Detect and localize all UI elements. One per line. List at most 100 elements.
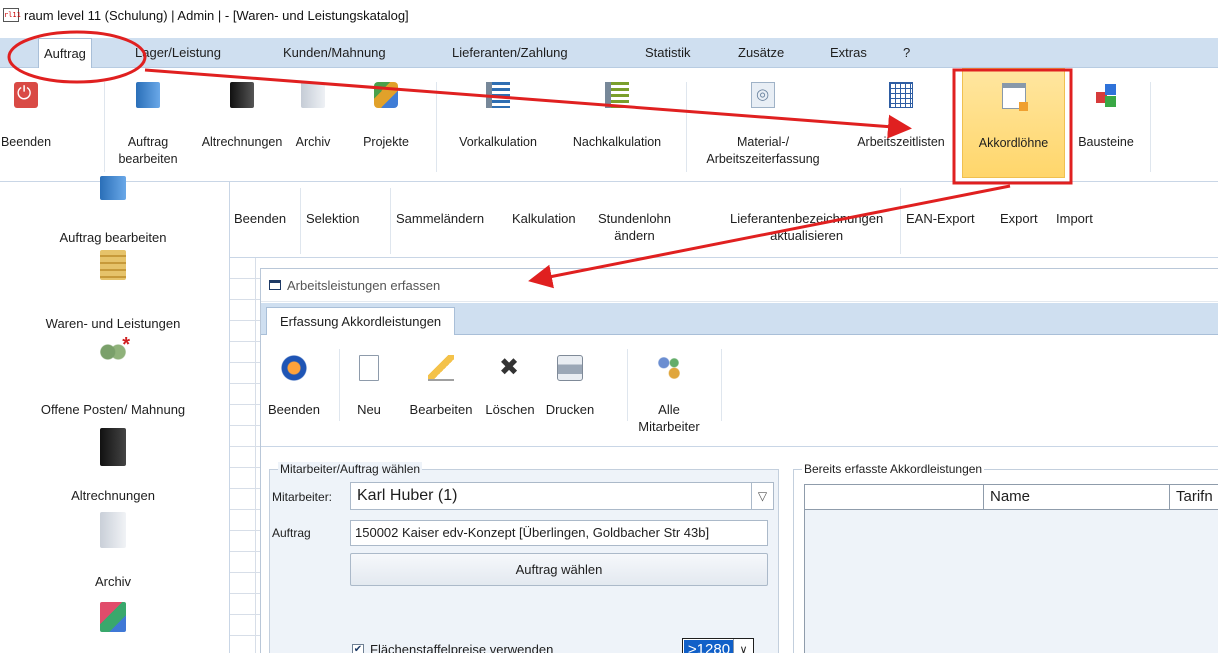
column-header-tarifnummer[interactable]: Tarifn: [1169, 485, 1218, 509]
book-black-icon: [100, 428, 126, 466]
mitarbeiter-label: Mitarbeiter:: [272, 490, 333, 504]
delete-icon: [497, 353, 523, 382]
bausteine-label: Bausteine: [1078, 135, 1134, 149]
auftrag-label: Auftrag: [272, 526, 311, 540]
column-header-name[interactable]: Name: [983, 485, 1169, 509]
auftrag-field[interactable]: 150002 Kaiser edv-Konzept [Überlingen, G…: [350, 520, 768, 546]
staffel-value: >1280: [684, 640, 734, 653]
toolbar-separator: [300, 188, 301, 254]
menu-lager-leistung[interactable]: Lager/Leistung: [130, 38, 226, 68]
loeschen-button[interactable]: Löschen: [479, 335, 541, 435]
beenden-button[interactable]: Beenden: [0, 68, 52, 178]
title-bar: rl11 raum level 11 (Schulung) | Admin | …: [0, 0, 1218, 30]
altrechnungen-label: Altrechnungen: [201, 135, 283, 149]
dialog-beenden-button[interactable]: Beenden: [265, 335, 323, 435]
menu-help[interactable]: ?: [898, 38, 915, 68]
sidebar-item-altrechnungen[interactable]: Altrechnungen: [0, 488, 226, 503]
akkord-grid-body[interactable]: [804, 510, 1218, 653]
catalog-beenden-button[interactable]: Beenden: [234, 210, 286, 227]
projekte-button[interactable]: Projekte: [340, 68, 432, 178]
book-grey-icon: [301, 82, 325, 108]
nachkalkulation-button[interactable]: Nachkalkulation: [554, 68, 680, 178]
auftrag-waehlen-button[interactable]: Auftrag wählen: [350, 553, 768, 586]
group-title: Bereits erfasste Akkordleistungen: [802, 462, 985, 476]
menu-lieferanten-zahlung[interactable]: Lieferanten/Zahlung: [447, 38, 573, 68]
catalog-toolbar: Beenden Selektion Sammeländern Kalkulati…: [230, 182, 1218, 258]
power-icon: [14, 82, 38, 108]
pallet-icon: [100, 250, 126, 280]
material-icon: [751, 82, 775, 108]
catalog-ean-export-button[interactable]: EAN-Export: [906, 210, 975, 227]
mitarbeiter-auftrag-group: Mitarbeiter/Auftrag wählen Mitarbeiter: …: [269, 462, 779, 653]
ribbon-separator: [686, 82, 687, 172]
sidebar-item-auftrag-bearbeiten[interactable]: Auftrag bearbeiten: [0, 230, 226, 245]
flaechenstaffel-checkbox[interactable]: ✔: [352, 644, 364, 653]
bearbeiten-button[interactable]: Bearbeiten: [401, 335, 481, 435]
new-document-icon: [359, 355, 379, 381]
alle-mitarbeiter-button[interactable]: Alle Mitarbeiter: [631, 335, 707, 435]
neu-label: Neu: [357, 402, 381, 417]
ribbon-separator: [721, 349, 722, 421]
back-icon: [281, 355, 307, 381]
projekte-label: Projekte: [363, 135, 409, 149]
projects-icon: [374, 82, 398, 108]
main-ribbon: Beenden Auftrag bearbeiten Altrechnungen…: [0, 68, 1218, 182]
archiv-button[interactable]: Archiv: [286, 68, 340, 178]
menu-statistik[interactable]: Statistik: [640, 38, 696, 68]
dialog-title-bar: Arbeitsleistungen erfassen: [261, 269, 1218, 302]
cubes-icon: [1094, 82, 1118, 108]
contacts-icon: [100, 602, 126, 632]
sidebar-item-archiv[interactable]: Archiv: [0, 574, 226, 589]
menu-zusaetze[interactable]: Zusätze: [733, 38, 789, 68]
chevron-down-icon[interactable]: ▽: [751, 483, 773, 509]
drucken-button[interactable]: Drucken: [539, 335, 601, 435]
vorkalkulation-button[interactable]: Vorkalkulation: [442, 68, 554, 178]
grid-icon: [889, 82, 913, 108]
catalog-lieferantenbezeichnungen-button[interactable]: Lieferantenbezeichnungen aktualisieren: [730, 210, 883, 244]
nachkalkulation-label: Nachkalkulation: [572, 135, 662, 149]
sidebar-item-offene-posten[interactable]: Offene Posten/ Mahnung: [0, 402, 226, 417]
pencil-icon: [428, 355, 454, 381]
catalog-kalkulation-button[interactable]: Kalkulation: [512, 210, 576, 227]
menu-auftrag[interactable]: Auftrag: [38, 38, 92, 69]
ribbon-separator: [1150, 82, 1151, 172]
ribbon-separator: [627, 349, 628, 421]
archiv-label: Archiv: [295, 135, 331, 149]
column-header[interactable]: [805, 485, 983, 509]
tab-erfassung-akkordleistungen[interactable]: Erfassung Akkordleistungen: [266, 307, 456, 335]
book-grey-icon: [100, 512, 126, 548]
dialog-title: Arbeitsleistungen erfassen: [287, 278, 441, 293]
sidebar: Auftrag bearbeiten Waren- und Leistungen…: [0, 176, 230, 653]
catalog-selektion-button[interactable]: Selektion: [306, 210, 359, 227]
material-arbeitszeiterfassung-button[interactable]: Material-/ Arbeitszeiterfassung: [690, 68, 836, 178]
neu-button[interactable]: Neu: [347, 335, 391, 435]
book-blue-icon: [100, 176, 126, 200]
erfasste-akkordleistungen-group: Bereits erfasste Akkordleistungen Name T…: [793, 462, 1218, 653]
material-label: Material-/ Arbeitszeiterfassung: [706, 135, 820, 166]
bearbeiten-label: Bearbeiten: [409, 402, 473, 417]
catalog-stundenlohn-button[interactable]: Stundenlohn ändern: [598, 210, 671, 244]
catalog-export-button[interactable]: Export: [1000, 210, 1038, 227]
staffel-dropdown[interactable]: >1280 ∨: [682, 638, 754, 653]
app-icon: rl11: [3, 8, 21, 22]
loeschen-label: Löschen: [485, 402, 535, 417]
auftrag-bearbeiten-button[interactable]: Auftrag bearbeiten: [106, 68, 190, 178]
altrechnungen-button[interactable]: Altrechnungen: [194, 68, 290, 178]
chevron-down-icon[interactable]: ∨: [733, 639, 753, 653]
group-title: Mitarbeiter/Auftrag wählen: [278, 462, 423, 476]
bausteine-button[interactable]: Bausteine: [1064, 68, 1148, 178]
vorkalkulation-label: Vorkalkulation: [459, 135, 537, 149]
mitarbeiter-value: Karl Huber (1): [357, 487, 458, 504]
sidebar-item-waren-leistungen[interactable]: Waren- und Leistungen: [0, 316, 226, 331]
ribbon-separator: [436, 82, 437, 172]
dialog-ribbon: Beenden Neu Bearbeiten Löschen Drucken A…: [261, 335, 1218, 447]
alle-mitarbeiter-label: Alle Mitarbeiter: [638, 402, 700, 434]
mitarbeiter-combobox[interactable]: Karl Huber (1) ▽: [350, 482, 774, 510]
users-icon: [656, 355, 682, 381]
menu-kunden-mahnung[interactable]: Kunden/Mahnung: [278, 38, 391, 68]
arbeitszeitlisten-button[interactable]: Arbeitszeitlisten: [842, 68, 960, 178]
catalog-import-button[interactable]: Import: [1056, 210, 1093, 227]
menu-extras[interactable]: Extras: [825, 38, 872, 68]
catalog-sammelaendern-button[interactable]: Sammeländern: [396, 210, 484, 227]
akkordloehne-button[interactable]: Akkordlöhne: [962, 68, 1065, 178]
